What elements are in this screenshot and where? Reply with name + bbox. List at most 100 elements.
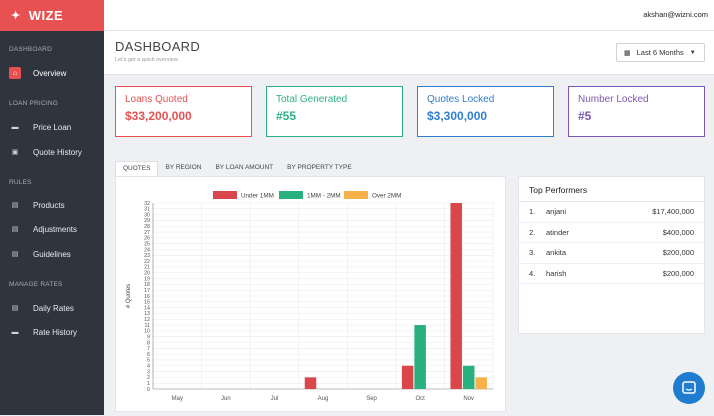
sidebar-item-label: Overview [33, 68, 67, 78]
bar-1mm-2mm-nov [462, 365, 475, 389]
y-axis-label: # Quotes [126, 284, 132, 308]
tab-by-loan-amount[interactable]: BY LOAN AMOUNT [208, 161, 280, 176]
table-icon: ▤ [11, 305, 19, 312]
y-tick-label: 1 [147, 381, 150, 387]
home-icon: ⌂ [9, 67, 21, 79]
y-tick-label: 14 [144, 305, 150, 311]
y-tick-label: 16 [144, 294, 150, 300]
performer-amount: $200,000 [662, 248, 694, 258]
sidebar-item-overview[interactable]: ⌂ Overview [0, 61, 104, 85]
chart-tabs: QUOTES BY REGION BY LOAN AMOUNT BY PROPERTY… [115, 161, 359, 176]
sidebar-item-label: Rate History [33, 327, 78, 337]
sidebar-item-quote-history[interactable]: ▣ Quote History [0, 140, 104, 164]
sidebar-item-label: Price Loan [33, 122, 72, 132]
legend-swatch [344, 191, 368, 199]
stat-card-label: Loans Quoted [125, 94, 188, 105]
table-icon: ▤ [11, 251, 19, 258]
calendar-icon: ▦ [624, 49, 631, 57]
y-tick-label: 29 [144, 218, 150, 224]
x-tick-label: May [172, 396, 183, 402]
performer-rank: 1. [529, 207, 536, 217]
stat-card-label: Quotes Locked [427, 94, 495, 105]
brand[interactable]: ✦ WIZE [0, 0, 104, 31]
y-tick-label: 2 [147, 375, 150, 381]
x-tick-label: Oct [415, 396, 425, 402]
sidebar-item-price-loan[interactable]: ▬ Price Loan [0, 115, 104, 139]
sidebar-section-label: MANAGE RATES [9, 281, 63, 288]
y-tick-label: 7 [147, 346, 150, 352]
sidebar-item-label: Adjustments [33, 224, 78, 234]
chart-panel: 0 1 2 3 4 5 6 7 8 9 10 11 12 13 14 15 16 17 18 19 20 21 22 23 24… [115, 176, 506, 412]
y-tick-label: 20 [144, 271, 150, 277]
legend-swatch [213, 191, 237, 199]
x-tick-label: Nov [463, 396, 474, 402]
sidebar-item-label: Daily Rates [33, 303, 74, 313]
y-tick-label: 6 [147, 352, 150, 358]
tab-by-property-type[interactable]: BY PROPERTY TYPE [280, 161, 359, 176]
y-tick-label: 18 [144, 282, 150, 288]
stat-card: Loans Quoted $33,200,000 [115, 86, 252, 137]
sidebar: ✦ WIZE DASHBOARD ⌂ Overview LOAN PRICING ▬ Pr… [0, 0, 104, 415]
tab-by-region[interactable]: BY REGION [158, 161, 208, 176]
page-title: DASHBOARD [115, 39, 201, 54]
stat-card: Quotes Locked $3,300,000 [417, 86, 554, 137]
y-tick-label: 27 [144, 230, 150, 236]
performer-name: atinder [546, 227, 569, 237]
briefcase-icon: ▬ [11, 328, 19, 336]
date-range-label: Last 6 Months [636, 48, 684, 57]
stat-card: Number Locked #5 [568, 86, 705, 137]
stat-card-value: $3,300,000 [427, 109, 488, 123]
bar-1mm-2mm-oct [414, 325, 426, 389]
sidebar-item-adjustments[interactable]: ▤ Adjustments [0, 217, 104, 241]
briefcase-icon: ▬ [11, 123, 19, 131]
y-tick-label: 3 [147, 369, 150, 375]
bar-under-1mm-aug [304, 377, 317, 389]
chat-button[interactable] [673, 372, 705, 404]
bar-over-2mm-nov [475, 377, 487, 389]
quotes-chart: 0123456789101112131415161718192021222324… [126, 191, 494, 402]
performer-name: ankita [546, 248, 567, 258]
user-email[interactable]: akshan@wizni.com [643, 10, 708, 19]
x-tick-label: Sep [366, 396, 377, 402]
magic-wand-icon: ✦ [11, 10, 21, 22]
page-header: DASHBOARD Let's get a quick overview ▦ L… [104, 31, 714, 75]
stat-card-value: $33,200,000 [125, 109, 192, 123]
tab-quotes[interactable]: QUOTES [115, 161, 159, 176]
stat-card-value: #55 [276, 109, 297, 123]
list-item: 1. anjani $17,400,000 [519, 202, 704, 223]
y-tick-label: 12 [144, 317, 150, 323]
y-tick-label: 32 [144, 201, 150, 207]
legend-label: Over 2MM [372, 193, 401, 200]
sidebar-item-daily-rates[interactable]: ▤ Daily Rates [0, 296, 104, 320]
sidebar-item-label: Products [33, 200, 65, 210]
y-tick-label: 10 [144, 329, 150, 335]
sidebar-item-products[interactable]: ▤ Products [0, 193, 104, 217]
performer-rank: 4. [529, 268, 536, 278]
y-tick-label: 11 [145, 323, 151, 329]
y-tick-label: 22 [144, 259, 150, 265]
performer-amount: $17,400,000 [652, 207, 694, 217]
table-icon: ▤ [11, 202, 19, 209]
y-tick-label: 24 [144, 247, 150, 253]
y-tick-label: 25 [144, 241, 150, 247]
top-performers-panel: Top Performers 1. anjani $17,400,000 2. atin… [518, 176, 705, 334]
top-performers-title: Top Performers [519, 177, 704, 202]
sidebar-item-rate-history[interactable]: ▬ Rate History [0, 320, 104, 344]
sidebar-item-label: Guidelines [33, 249, 71, 259]
y-tick-label: 13 [144, 311, 150, 317]
bar-under-1mm-nov [450, 203, 462, 389]
stat-card: Total Generated #55 [266, 86, 403, 137]
sidebar-item-guidelines[interactable]: ▤ Guidelines [0, 242, 104, 266]
legend-label: Under 1MM [241, 193, 274, 200]
y-tick-label: 4 [147, 364, 150, 370]
clipboard-icon: ▣ [11, 149, 19, 156]
y-tick-label: 0 [147, 387, 150, 393]
y-tick-label: 21 [144, 265, 150, 271]
y-tick-label: 9 [147, 334, 150, 340]
date-range-dropdown[interactable]: ▦ Last 6 Months ▼ [616, 43, 705, 62]
sidebar-section-label: RULES [9, 179, 32, 186]
list-item: 3. ankita $200,000 [519, 243, 704, 264]
sidebar-section-label: DASHBOARD [9, 46, 52, 53]
stat-card-label: Number Locked [578, 94, 649, 105]
y-tick-label: 19 [144, 276, 150, 282]
